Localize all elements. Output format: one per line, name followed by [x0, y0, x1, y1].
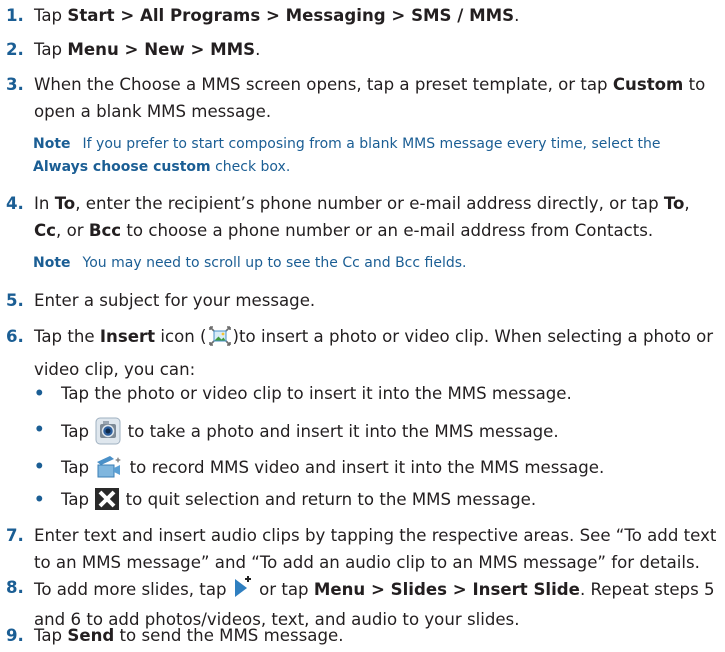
step-number: 4.: [6, 194, 24, 213]
note-label: Note: [33, 255, 71, 271]
bullet-4: • Tap to quit selection and return to th…: [34, 486, 721, 519]
step-4: 4. In To, enter the recipient’s phone nu…: [6, 190, 721, 244]
step-text: In To, enter the recipient’s phone numbe…: [34, 190, 721, 244]
note-text: You may need to scroll up to see the Cc …: [82, 255, 467, 271]
icon-name: Insert: [99, 327, 156, 346]
step-2: 2. Tap Menu > New > MMS.: [6, 36, 721, 63]
bullet-text: Tap to quit selection and return to the …: [61, 486, 721, 519]
text-run: ,: [684, 194, 690, 213]
menu-path: Menu > Slides > Insert Slide: [313, 580, 580, 599]
note-1: Note If you prefer to start composing fro…: [33, 133, 719, 179]
step-number: 9.: [6, 626, 24, 645]
step-text: Enter a subject for your message.: [34, 287, 721, 314]
bullet-marker: •: [34, 457, 45, 476]
insert-picture-icon: [207, 324, 233, 356]
step-5: 5. Enter a subject for your message.: [6, 287, 721, 314]
step-number: 1.: [6, 6, 24, 25]
camera-icon: [94, 416, 122, 454]
step-text: Tap Start > All Programs > Messaging > S…: [34, 2, 721, 29]
text-run: Tap: [61, 490, 95, 509]
note-text: If you prefer to start composing from a …: [82, 136, 661, 152]
step-number: 5.: [6, 291, 24, 310]
step-number: 3.: [6, 75, 24, 94]
close-x-icon: [94, 487, 120, 519]
step-text: Tap Send to send the MMS message.: [34, 622, 721, 649]
note-label: Note: [33, 136, 71, 152]
field-name: Cc: [34, 221, 57, 240]
menu-path: Start > All Programs > Messaging > SMS /…: [67, 6, 515, 25]
step-text: Tap the Insert icon ()to insert a photo …: [34, 323, 721, 383]
step-number: 2.: [6, 40, 24, 59]
step-7: 7. Enter text and insert audio clips by …: [6, 522, 721, 576]
bullet-text: Tap to take a photo and insert it into t…: [61, 416, 721, 454]
field-name: Bcc: [88, 221, 122, 240]
step-6: 6. Tap the Insert icon ()to insert a pho…: [6, 323, 721, 383]
step-text: Enter text and insert audio clips by tap…: [34, 522, 721, 576]
step-9: 9. Tap Send to send the MMS message.: [6, 622, 721, 649]
text-run: To add more slides, tap: [34, 580, 232, 599]
field-name: To: [54, 194, 76, 213]
text-run: Tap: [34, 6, 68, 25]
note-2: Note You may need to scroll up to see the…: [33, 252, 719, 275]
text-run: Tap the: [34, 327, 100, 346]
note-text: check box.: [210, 159, 291, 175]
step-number: 6.: [6, 327, 24, 346]
step-1: 1. Tap Start > All Programs > Messaging …: [6, 2, 721, 29]
button-name: Send: [67, 626, 115, 645]
bullet-marker: •: [34, 490, 45, 509]
step-text: Tap Menu > New > MMS.: [34, 36, 721, 63]
bullet-1: • Tap the photo or video clip to insert …: [34, 380, 721, 407]
bullet-text: Tap to record MMS video and insert it in…: [61, 453, 721, 489]
option-name: Always choose custom: [33, 159, 211, 175]
bullet-marker: •: [34, 384, 45, 403]
text-run: to quit selection and return to the MMS …: [120, 490, 537, 509]
bullet-2: • Tap to take a photo and insert it into…: [34, 416, 721, 454]
bullet-marker: •: [34, 420, 45, 439]
field-name: To: [663, 194, 685, 213]
text-run: Tap: [34, 40, 68, 59]
text-run: Tap: [34, 626, 68, 645]
text-run: or tap: [253, 580, 314, 599]
insert-slide-icon: [232, 574, 254, 606]
text-run: Tap the photo or video clip to insert it…: [61, 384, 572, 403]
text-run: Enter a subject for your message.: [34, 291, 316, 310]
text-run: to record MMS video and insert it into t…: [124, 458, 605, 477]
text-run: When the Choose a MMS screen opens, tap …: [34, 75, 613, 94]
menu-path: Menu > New > MMS: [67, 40, 256, 59]
text-run: .: [255, 40, 261, 59]
text-run: , or: [56, 221, 89, 240]
text-run: Tap: [61, 422, 95, 441]
text-run: Enter text and insert audio clips by tap…: [34, 526, 717, 572]
menu-item: Custom: [612, 75, 684, 94]
bullet-text: Tap the photo or video clip to insert it…: [61, 380, 721, 407]
text-run: to choose a phone number or an e-mail ad…: [121, 221, 654, 240]
text-run: .: [514, 6, 520, 25]
video-camera-icon: [94, 453, 124, 489]
text-run: icon (: [155, 327, 207, 346]
step-3: 3. When the Choose a MMS screen opens, t…: [6, 71, 721, 125]
text-run: , enter the recipient’s phone number or …: [75, 194, 664, 213]
text-run: to send the MMS message.: [114, 626, 344, 645]
bullet-3: • Tap to record MMS video and insert it …: [34, 453, 721, 489]
text-run: Tap: [61, 458, 95, 477]
step-number: 8.: [6, 578, 24, 597]
text-run: In: [34, 194, 55, 213]
step-text: When the Choose a MMS screen opens, tap …: [34, 71, 721, 125]
step-number: 7.: [6, 526, 24, 545]
text-run: to take a photo and insert it into the M…: [122, 422, 559, 441]
